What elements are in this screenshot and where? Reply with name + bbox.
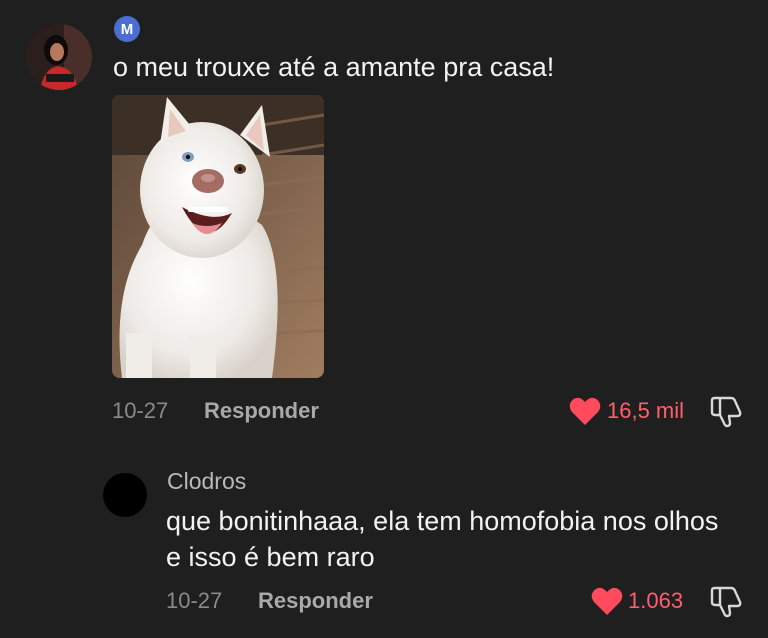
reply-comment-text: que bonitinhaaa, ela tem homofobia nos o… — [166, 506, 719, 572]
dislike-icon — [710, 396, 742, 428]
comment-photo[interactable] — [112, 95, 324, 378]
user-avatar[interactable] — [26, 24, 92, 90]
reply-button[interactable]: Responder — [204, 398, 319, 424]
like-count: 16,5 mil — [607, 398, 685, 423]
reply-dislike-button[interactable] — [709, 586, 743, 618]
dislike-icon — [710, 586, 742, 618]
heart-icon — [569, 397, 601, 425]
reply-like-count: 1.063 — [628, 588, 684, 613]
reply-user-avatar[interactable] — [103, 473, 147, 517]
comment-date: 10-27 — [112, 398, 169, 423]
reply-reply-button[interactable]: Responder — [258, 588, 373, 614]
user-badge: M — [114, 16, 140, 42]
reply-like-button[interactable] — [591, 586, 623, 616]
reply-username[interactable]: Clodros — [167, 468, 246, 495]
comment-text: o meu trouxe até a amante pra casa! — [113, 52, 555, 82]
reply-comment-date: 10-27 — [166, 588, 223, 613]
dislike-button[interactable] — [709, 396, 743, 428]
like-button[interactable] — [569, 396, 601, 426]
heart-icon — [591, 587, 623, 615]
